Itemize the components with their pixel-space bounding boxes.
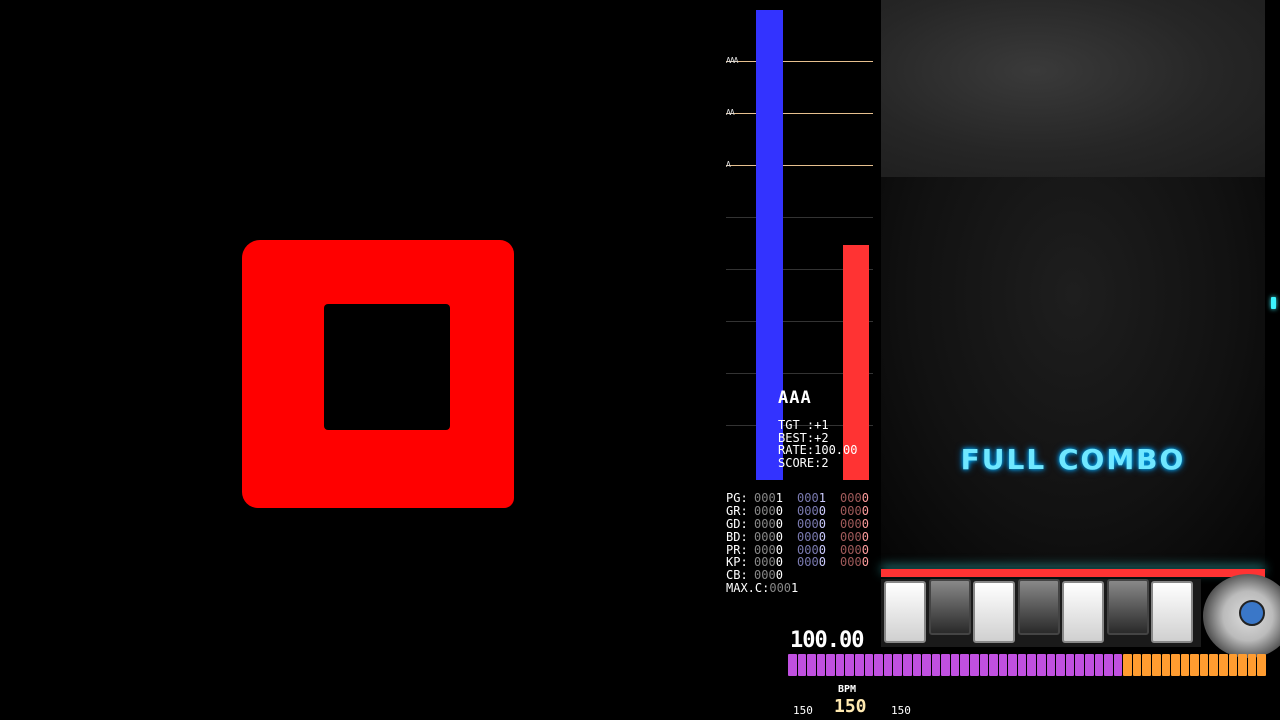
grade-mark-a: A [726,160,731,169]
gauge-segment [1104,654,1113,676]
gauge-segment [788,654,797,676]
target-diff: TGT :+1 [778,418,829,432]
key-7 [1151,581,1193,643]
gauge-segment [998,654,1008,676]
gauge-segment [855,654,864,676]
key-6 [1107,579,1149,635]
gauge-segment [1132,654,1142,676]
grade-mark-aa: AA [726,108,735,117]
gauge-segment [941,654,950,676]
gauge-segment [1008,654,1017,676]
gauge-segment [835,654,845,676]
gauge-segment [1199,654,1209,676]
bpm-max: 150 [891,704,911,717]
gauge-segment [1190,654,1199,676]
graph-gridline [726,217,873,218]
gauge-segment [969,654,979,676]
gauge-segment [1238,654,1247,676]
gauge-segment [1171,654,1180,676]
gauge-segment [979,654,989,676]
gauge-segment [845,654,855,676]
gauge-segment [1056,654,1065,676]
gauge-segment [960,654,969,676]
graph-line-aaa [726,61,873,62]
judge-label: GR: [726,503,748,518]
gauge-segment [902,654,912,676]
max-combo-value: 0001 [769,581,799,596]
bga-shape-hole [324,304,450,430]
gauge-segment [1027,654,1037,676]
gauge-segment [1219,654,1228,676]
gauge-segment [1180,654,1190,676]
judge-table: PG: 0001 0001 0000 GR: 0000 0000 0000 GD… [726,492,883,595]
judge-line [881,569,1265,577]
judge-label: PG: [726,491,748,505]
bga-area [0,0,720,720]
gauge-value: 100.00 [790,628,864,653]
gauge-segment [1037,654,1046,676]
bpm-min: 150 [793,704,813,717]
key-2 [929,579,971,635]
graph-line-a [726,165,873,166]
bpm-label: BPM [838,684,857,695]
gauge-segment [826,654,835,676]
judge-label: GD: [726,516,748,531]
rank-label: AAA [778,388,812,408]
gauge-segment [912,654,922,676]
judge-row-kp: KP: 0000 0000 0000 [726,556,883,569]
gauge-segment [1046,654,1056,676]
max-combo-row: MAX.C: 0001 [726,582,883,595]
gauge-segment [922,654,931,676]
gauge-segment [989,654,998,676]
gauge-segment [1084,654,1094,676]
score-value: SCORE:2 [778,456,829,470]
turntable [1203,574,1280,658]
gauge-segment [931,654,941,676]
key-1 [884,581,926,643]
judge-fast: 0000 [840,555,869,570]
judge-label: BD: [726,529,748,544]
gauge-segment [893,654,902,676]
max-combo-label: MAX.C: [726,581,770,596]
groove-gauge [788,654,1266,676]
gauge-segment [1094,654,1104,676]
full-combo-text: FULL COMBO [960,443,1186,476]
key-4 [1018,579,1060,635]
gauge-segment [1113,654,1123,676]
score-graph: AAA AA A [726,8,874,480]
keybed [881,579,1201,647]
gauge-segment [1142,654,1151,676]
key-5 [1062,581,1104,643]
gauge-segment [1247,654,1257,676]
gauge-segment [1151,654,1161,676]
bpm-current: 150 [834,696,867,717]
turntable-center [1239,600,1265,626]
note-lane [881,177,1265,567]
gauge-segment [1209,654,1219,676]
current-score-bar [756,10,783,480]
gauge-segment [874,654,883,676]
gauge-segment [950,654,960,676]
graph-line-aa [726,113,873,114]
gauge-segment [1065,654,1075,676]
gauge-segment [1228,654,1238,676]
gauge-segment [1257,654,1266,676]
gauge-segment [883,654,893,676]
gauge-segment [807,654,816,676]
grade-mark-aaa: AAA [726,56,738,65]
gauge-segment [816,654,826,676]
judge-slow: 0000 [797,555,826,570]
key-3 [973,581,1015,643]
gauge-segment [1017,654,1027,676]
gauge-segment [864,654,874,676]
gauge-segment [797,654,807,676]
lane-cover [881,0,1265,177]
lane-indicator [1271,297,1276,309]
rate-value: RATE:100.00 [778,443,858,457]
gauge-segment [1123,654,1132,676]
gauge-segment [1161,654,1171,676]
bga-red-square-shape [242,240,514,508]
gauge-segment [1075,654,1084,676]
